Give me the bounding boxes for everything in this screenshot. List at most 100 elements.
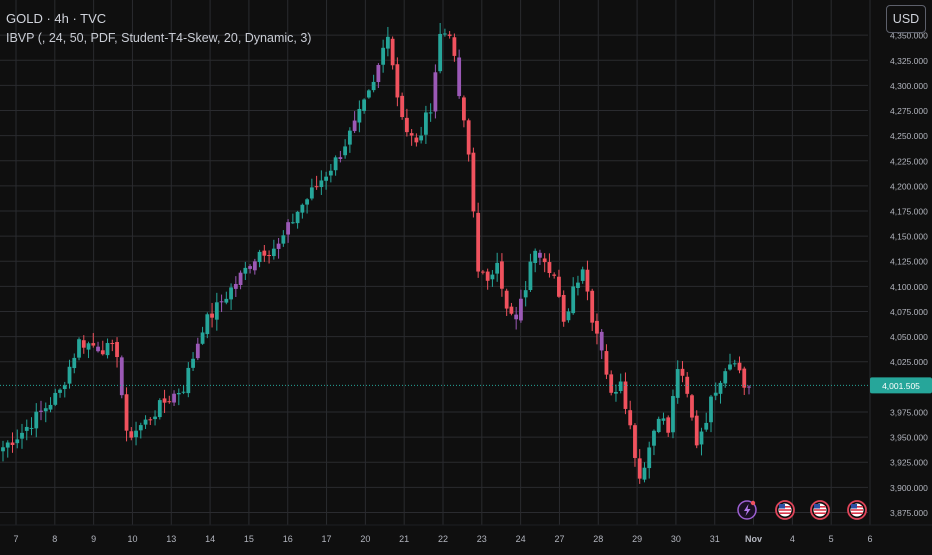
candle-body: [723, 371, 728, 384]
candle-body: [566, 311, 571, 321]
currency-button[interactable]: USD: [886, 5, 926, 33]
flag-stripe: [851, 512, 863, 514]
x-tick-label: 6: [867, 534, 872, 544]
candle-body: [452, 37, 457, 56]
flag-canton: [814, 504, 820, 509]
candle-body: [504, 290, 509, 309]
candle-body: [737, 362, 742, 371]
candle-body: [390, 38, 395, 66]
candle-body: [134, 430, 138, 438]
candle-body: [224, 298, 229, 303]
candle-body: [338, 157, 343, 159]
candle-body: [423, 112, 428, 135]
candle-body: [248, 266, 252, 269]
candle-body: [580, 269, 585, 281]
candle-body: [637, 458, 642, 479]
candle-body: [371, 81, 376, 91]
candle-body: [466, 120, 471, 155]
candle-body: [295, 211, 300, 224]
candle-body: [124, 394, 129, 431]
candle-body: [319, 180, 324, 188]
candle-body: [257, 251, 262, 263]
candle-body: [362, 99, 367, 111]
candle-body: [153, 416, 157, 420]
candle-body: [67, 366, 72, 384]
candle-body: [419, 135, 424, 141]
candle-body: [357, 108, 362, 123]
y-tick-label: 4,225.000: [890, 156, 928, 166]
candle-body: [314, 186, 319, 188]
candle-body: [519, 298, 523, 321]
candle-body: [195, 343, 200, 359]
x-tick-label: 9: [91, 534, 96, 544]
candle-body: [409, 133, 414, 136]
candle-body: [742, 368, 747, 388]
x-tick-label: 30: [671, 534, 681, 544]
candle-body: [186, 367, 191, 394]
candle-body: [138, 425, 143, 431]
candle-body: [81, 340, 86, 348]
price-chart[interactable]: 4,001.505 3,875.000 3,900.000 3,925.000 3,9…: [0, 0, 932, 550]
candle-body: [200, 332, 205, 344]
y-tick-label: 4,200.000: [890, 181, 928, 191]
candle-body: [595, 320, 599, 334]
candle-body: [495, 262, 500, 274]
symbol-title[interactable]: GOLD · 4h · TVC: [6, 11, 106, 26]
us-flag-icon[interactable]: [775, 500, 795, 520]
lightning-icon[interactable]: [737, 500, 757, 520]
candle-body: [614, 391, 618, 394]
candle-body: [347, 130, 352, 145]
candle-body: [15, 439, 20, 444]
candle-body: [385, 36, 390, 49]
candle-body: [105, 342, 110, 356]
y-tick-label: 4,150.000: [890, 232, 928, 242]
flag-stripe: [814, 512, 826, 514]
candle-body: [533, 250, 538, 263]
candle-body: [476, 212, 481, 272]
candle-body: [271, 248, 276, 257]
y-tick-label: 3,875.000: [890, 508, 928, 518]
indicator-legend[interactable]: IBVP (, 24, 50, PDF, Student-T4-Skew, 20…: [6, 31, 311, 45]
chart-area[interactable]: 4,001.505 3,875.000 3,900.000 3,925.000 3,9…: [0, 0, 932, 550]
x-tick-label: 24: [516, 534, 526, 544]
candle-body: [428, 112, 433, 114]
candle-body: [96, 346, 100, 352]
us-flag-icon[interactable]: [810, 500, 830, 520]
candle-body: [652, 430, 656, 446]
us-flag-icon[interactable]: [847, 500, 867, 520]
y-tick-label: 3,900.000: [890, 483, 928, 493]
candle-body: [191, 358, 195, 368]
candle-body: [514, 314, 519, 320]
candle-body: [609, 374, 614, 393]
candle-body: [395, 64, 400, 98]
candle-body: [633, 425, 637, 458]
x-tick-label: 13: [166, 534, 176, 544]
candle-body: [618, 381, 623, 392]
candle-body: [490, 274, 495, 280]
candle-body: [181, 391, 186, 393]
candle-body: [690, 395, 694, 418]
candle-body: [233, 283, 238, 289]
candle-body: [671, 396, 675, 433]
y-tick-label: 3,950.000: [890, 433, 928, 443]
x-tick-label: 20: [360, 534, 370, 544]
candle-body: [219, 301, 224, 303]
candle-body: [732, 363, 737, 365]
x-tick-label: 14: [205, 534, 215, 544]
candle-body: [34, 411, 39, 429]
candle-body: [48, 404, 53, 410]
candle-body: [115, 342, 119, 358]
candle-body: [462, 97, 466, 121]
candle-body: [309, 187, 314, 199]
candle-body: [91, 343, 96, 346]
candle-body: [214, 302, 219, 320]
x-tick-label: 22: [438, 534, 448, 544]
candle-body: [238, 272, 243, 286]
candle-body: [528, 261, 533, 291]
candle-body: [561, 294, 566, 322]
candle-body: [538, 252, 542, 258]
candle-body: [110, 343, 115, 345]
candle-body: [143, 419, 148, 425]
candle-body: [276, 243, 281, 249]
y-tick-label: 4,175.000: [890, 207, 928, 217]
